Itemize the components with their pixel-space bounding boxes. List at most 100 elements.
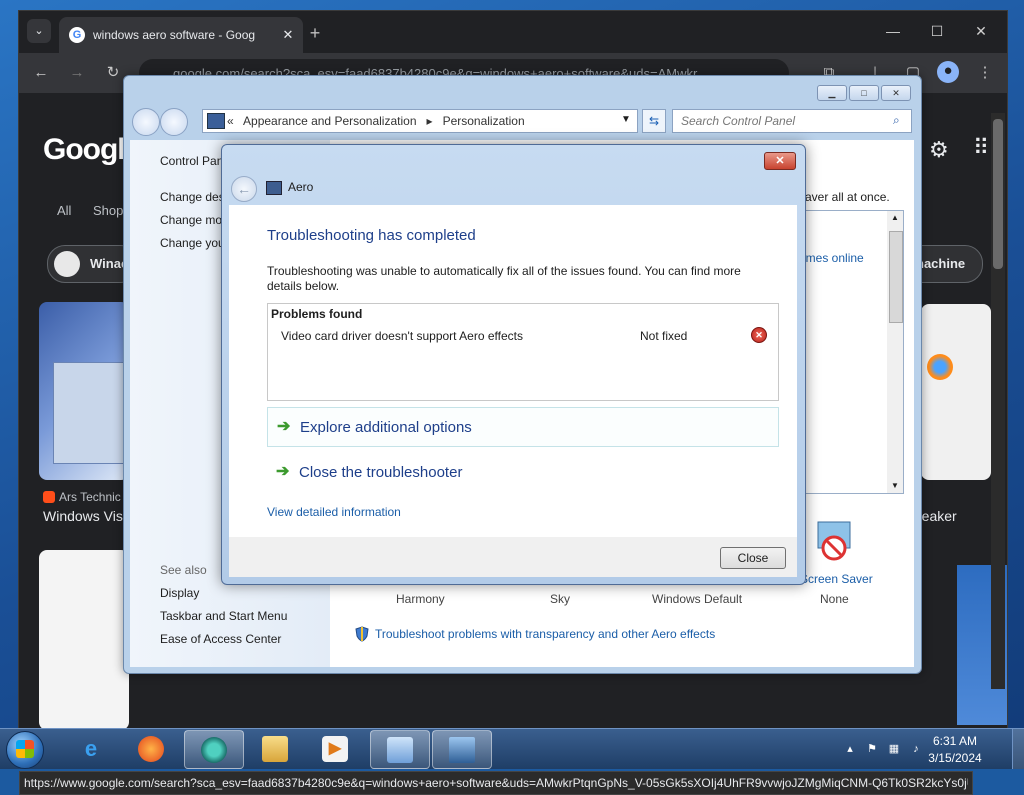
address-bar[interactable]: « Appearance and Personalization ▸ Perso… [202,109,638,133]
sidebar-link[interactable]: Change you [160,236,225,250]
get-themes-online-link[interactable]: emes online [799,251,864,265]
scrollbar[interactable]: ▲ ▼ [887,211,903,493]
see-also-ease-of-access[interactable]: Ease of Access Center [160,632,281,646]
scrollbar-thumb[interactable] [889,231,903,323]
menu-icon[interactable]: ⋮ [975,63,995,83]
shield-icon [354,626,370,642]
apps-grid-icon[interactable]: ⠿ [973,135,989,161]
breadcrumb-overflow[interactable]: « [227,114,234,128]
tab-title: windows aero software - Goog [93,28,256,42]
sidebar-link[interactable]: Change mo [160,213,222,227]
source-favicon-icon [43,491,55,503]
result-title[interactable]: reaker [917,508,957,524]
scroll-up-icon[interactable]: ▲ [891,213,899,222]
link-status-bubble: https://www.google.com/search?sca_esv=fa… [19,771,973,795]
clock-date[interactable]: 3/15/2024 [920,751,990,765]
error-icon: ✕ [751,327,767,343]
theme-label-sky[interactable]: Sky [550,592,570,606]
tab-search-button[interactable]: ⌄ [27,19,51,43]
screen-saver-label[interactable]: Screen Saver [800,572,873,586]
view-details-link[interactable]: View detailed information [267,505,401,519]
taskbar-chrome[interactable] [184,730,244,769]
reload-icon[interactable]: ↻ [103,63,123,83]
maximize-button[interactable]: ☐ [915,19,959,43]
breadcrumb-personalization[interactable]: Personalization [443,114,525,128]
back-button[interactable] [132,108,160,136]
gear-icon[interactable]: ⚙ [929,137,949,163]
green-arrow-icon: ➔ [277,418,291,435]
firefox-icon [138,736,164,762]
result-title[interactable]: Windows Vis [43,508,123,524]
aero-app-icon [266,181,282,195]
google-logo[interactable]: Googl [43,133,126,167]
dialog-content: Troubleshooting has completed Troublesho… [229,205,797,537]
taskbar-media-player[interactable]: ▶ [306,730,364,767]
scrollbar[interactable] [991,113,1005,689]
taskbar: e ▶ ▴ ⚑ ▦ ♪ 6:31 AM 3/15/2024 [0,728,1024,769]
close-tab-icon[interactable]: ✕ [279,26,297,44]
close-button[interactable]: ✕ [881,85,911,101]
close-button[interactable]: Close [720,547,786,569]
back-button[interactable]: ← [231,176,257,202]
browser-tab[interactable]: G windows aero software - Goog ✕ [59,17,303,53]
taskbar-explorer[interactable] [246,730,304,767]
maximize-button[interactable]: □ [849,85,879,101]
screen-saver-icon[interactable] [810,518,854,562]
thumbnail-window [53,362,125,464]
image-result-thumbnail[interactable] [921,304,991,480]
new-tab-button[interactable]: + [303,23,327,47]
show-hidden-icons-icon[interactable]: ▴ [842,741,858,757]
start-button[interactable] [6,731,44,769]
show-desktop-button[interactable] [1012,729,1024,769]
back-icon[interactable]: ← [31,63,51,83]
folder-icon [262,736,288,762]
profile-icon[interactable]: ● [937,61,959,83]
sidebar-link[interactable]: Change des [160,190,225,204]
scroll-down-icon[interactable]: ▼ [891,481,899,490]
taskbar-firefox[interactable] [122,730,180,767]
main-description: aver all at once. [805,190,890,204]
browser-icon [201,737,227,763]
breadcrumb: « Appearance and Personalization ▸ Perso… [227,114,525,128]
address-dropdown-icon[interactable]: ▼ [621,114,631,125]
action-center-flag-icon[interactable]: ⚑ [864,741,880,757]
see-also-taskbar[interactable]: Taskbar and Start Menu [160,609,287,623]
theme-label-harmony[interactable]: Harmony [396,592,445,606]
control-panel-icon [207,113,225,129]
clock-time[interactable]: 6:31 AM [920,734,990,748]
status-url: https://www.google.com/search?sca_esv=fa… [24,776,968,790]
image-result-thumbnail[interactable] [39,302,129,480]
search-icon[interactable]: ⌕ [893,113,900,128]
sidebar-home-link[interactable]: Control Pan [160,154,223,168]
taskbar-troubleshooter[interactable] [432,730,492,769]
image-result-thumbnail[interactable] [39,550,129,730]
breadcrumb-appearance[interactable]: Appearance and Personalization [243,114,416,128]
tab-all[interactable]: All [57,203,71,218]
explore-options-command[interactable]: ➔ Explore additional options [267,407,779,447]
taskbar-control-panel[interactable] [370,730,430,769]
green-arrow-icon: ➔ [276,463,290,480]
theme-label-windows-default[interactable]: Windows Default [652,592,742,606]
tab-strip: ⌄ G windows aero software - Goog ✕ + — ☐… [19,11,1007,53]
troubleshoot-link[interactable]: Troubleshoot problems with transparency … [375,627,715,641]
breadcrumb-arrow-icon[interactable]: ▸ [427,114,433,128]
dialog-close-icon[interactable]: ✕ [764,152,796,170]
close-window-button[interactable]: ✕ [959,19,1003,43]
taskbar-internet-explorer[interactable]: e [62,730,120,767]
see-also-display[interactable]: Display [160,586,199,600]
scrollbar-thumb[interactable] [993,119,1003,269]
network-icon[interactable]: ▦ [886,741,902,757]
result-source[interactable]: Ars Technic [59,490,121,504]
refresh-icon[interactable]: ⇆ [642,109,666,133]
search-input[interactable]: Search Control Panel ⌕ [672,109,912,133]
dialog-heading: Troubleshooting has completed [267,227,476,244]
close-troubleshooter-command[interactable]: ➔ Close the troubleshooter [267,453,777,491]
minimize-button[interactable]: ▁ [817,85,847,101]
forward-icon[interactable]: → [67,63,87,83]
internet-explorer-icon: e [84,736,98,761]
minimize-button[interactable]: — [871,19,915,43]
theme-label-none[interactable]: None [820,592,849,606]
forward-button[interactable] [160,108,188,136]
tab-shopping[interactable]: Shop [93,203,123,218]
google-favicon-icon: G [69,27,85,43]
